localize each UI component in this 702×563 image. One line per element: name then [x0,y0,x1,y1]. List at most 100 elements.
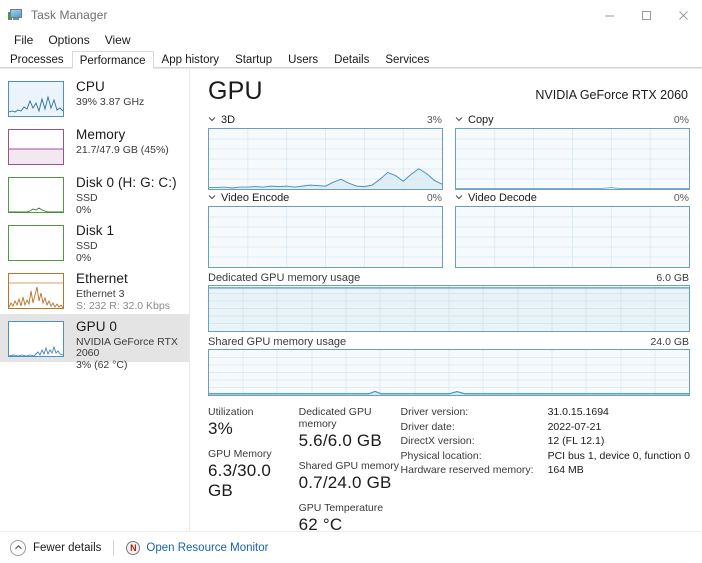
info-key-physical-location: Physical location: [400,449,482,462]
engine-header-3d[interactable]: 3D 3% [208,112,443,128]
engine-percent-video-decode: 0% [673,192,689,204]
window-title: Task Manager [31,8,108,22]
sidebar-disk0-title: Disk 0 (H: G: C:) [76,175,177,190]
title-bar: Task Manager [0,0,702,30]
sidebar-cpu-title: CPU [76,79,105,94]
menu-view[interactable]: View [98,32,139,48]
sidebar-gpu0-title: GPU 0 [76,319,118,334]
info-key-directx-version: DirectX version: [400,435,475,447]
sidebar-cpu-text: CPU 39% 3.87 GHz [76,79,145,108]
sidebar-item-cpu[interactable]: CPU 39% 3.87 GHz [0,74,189,122]
sidebar-memory-sub1: 21.7/47.9 GB (45%) [76,143,169,156]
gpu-device-name: NVIDIA GeForce RTX 2060 [535,88,688,102]
tab-app-history[interactable]: App history [154,50,228,68]
memory-thumbnail-graph [8,129,64,165]
sidebar-item-disk-1[interactable]: Disk 1 SSD 0% [0,218,189,266]
chevron-up-icon [10,539,26,556]
menu-file[interactable]: File [7,32,41,48]
fewer-details-button[interactable]: Fewer details [10,539,102,556]
table-row: Hardware reserved memory: 164 MB [401,464,690,479]
close-button[interactable] [665,0,702,30]
stats-area: Utilization 3% GPU Memory 6.3/30.0 GB De… [208,406,690,539]
stat-shared-memory-label: Shared GPU memory [298,460,399,472]
cpu-thumbnail-graph [8,81,64,117]
engine-cell-video-encode: Video Encode 0% [208,190,443,268]
engine-percent-copy: 0% [673,114,689,126]
engine-header-copy[interactable]: Copy 0% [455,112,690,128]
gpu-detail-panel: GPU NVIDIA GeForce RTX 2060 3D 3% Copy 0… [190,69,702,539]
table-row: Physical location: PCI bus 1, device 0, … [401,450,690,465]
stats-column-2: Dedicated GPU memory 5.6/6.0 GB Shared G… [299,406,401,539]
disk1-thumbnail-graph [8,225,64,261]
table-row: Driver date: 2022-07-21 [401,421,690,436]
sidebar-disk1-text: Disk 1 SSD 0% [76,223,114,264]
sidebar-memory-text: Memory 21.7/47.9 GB (45%) [76,127,169,156]
engine-header-video-decode[interactable]: Video Decode 0% [455,190,690,206]
task-manager-icon [8,7,24,23]
info-key-hardware-reserved-memory: Hardware reserved memory: [400,464,534,476]
gpu-info-table: Driver version: 31.0.15.1694 Driver date… [401,406,690,479]
dedicated-memory-label: Dedicated GPU memory usage [208,271,361,284]
shared-memory-capacity: 24.0 GB [650,335,689,348]
minimize-button[interactable] [591,0,628,30]
stat-dedicated-memory: Dedicated GPU memory 5.6/6.0 GB [299,406,401,451]
chevron-down-icon[interactable] [208,115,216,123]
info-value-physical-location: PCI bus 1, device 0, function 0 [547,449,690,462]
dedicated-memory-header: Dedicated GPU memory usage 6.0 GB [208,268,690,285]
stats-column-1: Utilization 3% GPU Memory 6.3/30.0 GB [208,406,299,539]
fewer-details-label: Fewer details [33,541,102,554]
table-row: Driver version: 31.0.15.1694 [401,406,690,421]
sidebar-gpu0-sub1: NVIDIA GeForce RTX 2060 [76,335,178,359]
footer-bar: Fewer details N Open Resource Monitor [0,531,702,563]
stat-dedicated-memory-label: Dedicated GPU memory [298,406,372,430]
tab-processes[interactable]: Processes [2,50,72,68]
shared-memory-header: Shared GPU memory usage 24.0 GB [208,332,690,349]
menu-options[interactable]: Options [41,32,97,48]
stat-shared-memory-value: 0.7/24.0 GB [298,473,392,492]
sidebar-ethernet-sub2: S: 232 R: 32.0 Kbps [76,299,170,312]
sidebar-ethernet-sub1: Ethernet 3 [76,287,125,300]
info-value-directx-version: 12 (FL 12.1) [547,435,605,447]
stat-dedicated-memory-value: 5.6/6.0 GB [298,431,382,450]
chevron-down-icon[interactable] [455,115,463,123]
sidebar-ethernet-text: Ethernet Ethernet 3 S: 232 R: 32.0 Kbps [76,271,170,312]
tab-performance[interactable]: Performance [71,51,154,69]
graph-video-encode [208,206,443,268]
stat-gpu-memory-label: GPU Memory [208,448,272,460]
chevron-down-icon[interactable] [208,193,216,201]
graph-copy [455,128,690,190]
sidebar-item-ethernet[interactable]: Ethernet Ethernet 3 S: 232 R: 32.0 Kbps [0,266,189,314]
maximize-button[interactable] [628,0,665,30]
stat-gpu-memory-value: 6.3/30.0 GB [208,461,272,500]
tab-details[interactable]: Details [326,50,377,68]
content-area: CPU 39% 3.87 GHz Memory 21.7/47.9 GB (45… [0,68,702,539]
table-row: DirectX version: 12 (FL 12.1) [401,435,690,450]
sidebar-item-gpu-0[interactable]: GPU 0 NVIDIA GeForce RTX 2060 3% (62 °C) [0,314,189,371]
resource-sidebar: CPU 39% 3.87 GHz Memory 21.7/47.9 GB (45… [0,69,190,539]
open-resource-monitor-label: Open Resource Monitor [146,541,269,554]
chevron-down-icon[interactable] [455,193,463,201]
tab-services[interactable]: Services [377,50,437,68]
tab-users[interactable]: Users [280,50,326,68]
engine-cell-copy: Copy 0% [455,112,690,190]
info-value-hardware-reserved-memory: 164 MB [547,464,584,476]
sidebar-disk0-text: Disk 0 (H: G: C:) SSD 0% [76,175,177,216]
graph-video-decode [455,206,690,268]
disk0-thumbnail-graph [8,177,64,213]
stat-utilization-value: 3% [208,419,233,438]
sidebar-cpu-sub1: 39% 3.87 GHz [76,95,145,108]
graph-dedicated-memory [208,285,690,332]
tab-startup[interactable]: Startup [227,50,280,68]
sidebar-disk1-sub1: SSD [76,239,98,252]
engine-percent-video-encode: 0% [426,192,442,204]
engine-graph-grid: 3D 3% Copy 0% Video Encode 0% Video Deco… [208,112,690,268]
info-key-driver-date: Driver date: [400,420,455,433]
sidebar-disk0-sub1: SSD [76,191,98,204]
engine-header-video-encode[interactable]: Video Encode 0% [208,190,443,206]
open-resource-monitor-link[interactable]: N Open Resource Monitor [126,540,269,555]
gpu0-thumbnail-graph [8,321,64,357]
window-controls [591,0,702,30]
sidebar-item-disk-0[interactable]: Disk 0 (H: G: C:) SSD 0% [0,170,189,218]
sidebar-item-memory[interactable]: Memory 21.7/47.9 GB (45%) [0,122,189,170]
resource-monitor-icon: N [126,540,141,555]
